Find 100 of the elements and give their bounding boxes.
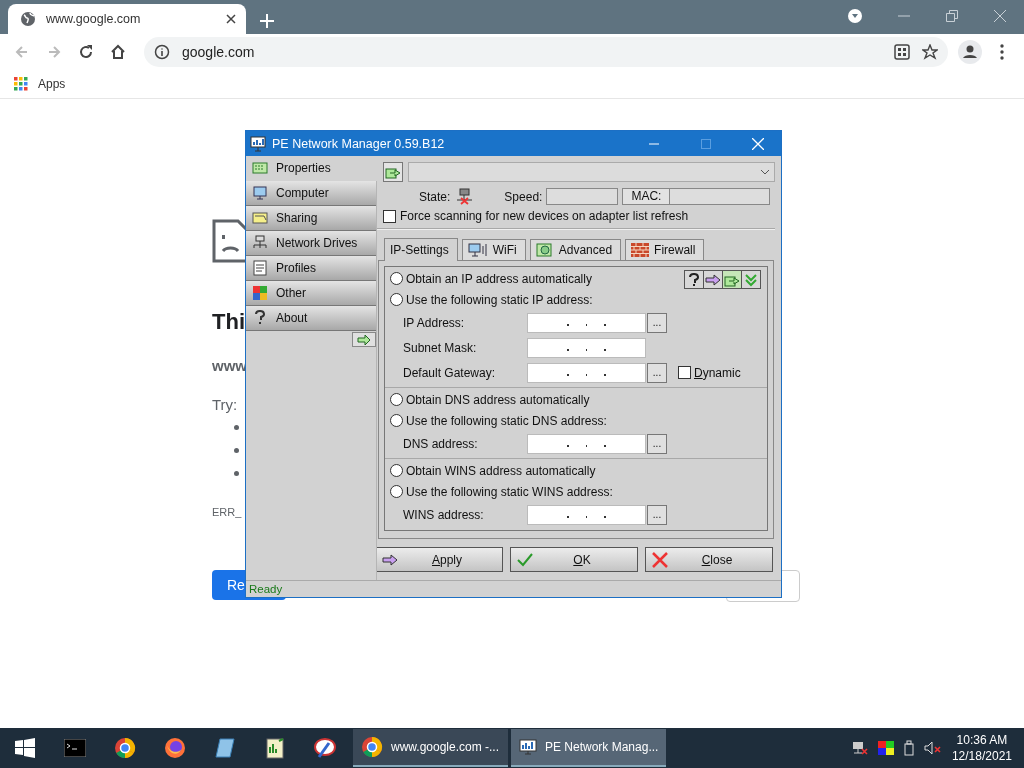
field-label: DNS address: [403,436,479,451]
radio-button[interactable] [390,293,403,306]
speed-label: Speed: [504,189,543,204]
ip-address-field[interactable] [527,312,646,333]
star-icon[interactable] [922,44,938,60]
field-label: WINS address: [403,507,485,522]
radio-label[interactable]: Obtain WINS address automatically [406,463,596,478]
arrow-button[interactable] [352,332,376,347]
usb-drive-icon[interactable] [903,740,914,756]
speaker-muted-icon[interactable] [923,741,942,755]
restore-icon[interactable] [946,10,958,22]
arrow-button[interactable] [703,270,723,289]
network-card-icon [252,160,268,176]
radio-button[interactable] [390,414,403,427]
radio-button[interactable] [390,272,403,285]
checkbox-label[interactable]: Force scanning for new devices on adapter list refresh [400,209,689,223]
cross-icon [652,551,668,568]
firefox-icon[interactable] [164,737,186,759]
notepad-icon[interactable] [264,737,286,759]
home-icon[interactable] [109,43,127,61]
mac-field: MAC: [622,188,771,205]
tab[interactable]: IP-Settings [384,238,458,261]
radio-label[interactable]: Use the following static DNS address: [406,413,607,428]
browse-button[interactable]: ... [647,312,667,333]
ip-address-field[interactable] [527,337,646,358]
help-button[interactable] [684,270,704,289]
radio-button[interactable] [390,464,403,477]
sidebar-item[interactable]: Sharing [246,206,376,231]
color-display-icon[interactable] [877,741,894,755]
tab[interactable]: Firewall [625,239,705,260]
book-icon[interactable] [214,737,236,759]
dropdown-icon[interactable] [848,9,862,23]
question-icon [252,310,268,326]
checkbox[interactable] [678,366,691,379]
paint-icon[interactable] [313,737,337,759]
export-icon [385,165,401,179]
sidebar-item[interactable]: About [246,306,376,331]
dialog-button[interactable]: Close [645,547,773,572]
brick-wall-icon [631,243,650,257]
tiles-icon [252,285,268,301]
info-icon [154,44,170,60]
menu-icon[interactable] [1000,44,1004,60]
double-chevron-icon [744,272,758,287]
new-tab-icon[interactable] [260,14,274,28]
browse-button[interactable]: ... [647,504,667,525]
radio-label[interactable]: Use the following static WINS address: [406,484,613,499]
question-icon [688,272,700,287]
grid-icon[interactable] [894,44,910,60]
dialog-button[interactable]: OK [510,547,638,572]
sidebar-item[interactable]: Computer [246,181,376,206]
ip-address-field[interactable] [527,433,646,454]
terminal-icon[interactable] [64,739,86,757]
browse-button[interactable]: ... [647,433,667,454]
export-button[interactable] [383,162,403,182]
export-button[interactable] [722,270,742,289]
tab[interactable]: WiFi [461,239,526,260]
dialog-button[interactable]: Apply [377,547,503,572]
apps-grid-icon[interactable] [14,77,28,91]
ip-address-field[interactable] [527,362,646,383]
radio-label[interactable]: Use the following static IP address: [406,292,593,307]
clock[interactable]: 10:36 AM 12/18/2021 [951,732,1012,764]
radio-button[interactable] [390,485,403,498]
start-icon[interactable] [15,738,35,758]
taskbar-window-button[interactable]: www.google.com -... [353,729,508,767]
state-label: State: [419,189,451,204]
tab-title: www.google.com [46,12,142,26]
try-label: Try: [212,396,238,413]
sidebar-item[interactable]: Other [246,281,376,306]
chrome-icon[interactable] [361,736,383,758]
radio-button[interactable] [390,393,403,406]
checklist-icon [252,260,268,276]
taskbar-window-button[interactable]: PE Network Manag... [511,729,666,767]
status-text: Ready [246,580,781,597]
bullet-icon [234,425,239,430]
address-bar[interactable]: google.com [144,37,948,67]
profile-icon[interactable] [958,40,982,64]
tab[interactable]: Advanced [529,239,622,260]
app-icon [250,135,266,152]
check-icon [517,552,533,567]
error-heading: Thi [212,309,245,335]
checkbox[interactable] [383,209,396,223]
gear-icon [535,242,554,258]
radio-label[interactable]: Obtain DNS address automatically [406,392,590,407]
bookmark-link[interactable]: Apps [38,77,66,91]
checkbox-label[interactable]: Dynamic [694,365,741,380]
browse-button[interactable]: ... [647,362,667,383]
globe-icon [20,11,36,27]
arrow-icon [705,273,721,286]
sidebar-item[interactable]: Network Drives [246,231,376,256]
browser-tab[interactable]: www.google.com [8,4,246,34]
arrow-icon [357,334,371,345]
radio-label[interactable]: Obtain an IP address automatically [406,271,592,286]
ip-address-field[interactable] [527,504,646,525]
close-icon[interactable] [226,14,236,24]
reload-icon[interactable] [77,43,95,61]
field-label: Default Gateway: [403,365,497,380]
chrome-icon[interactable] [114,737,136,759]
expand-button[interactable] [741,270,761,289]
network-disconnected-icon[interactable] [851,741,868,755]
sidebar-item[interactable]: Profiles [246,256,376,281]
